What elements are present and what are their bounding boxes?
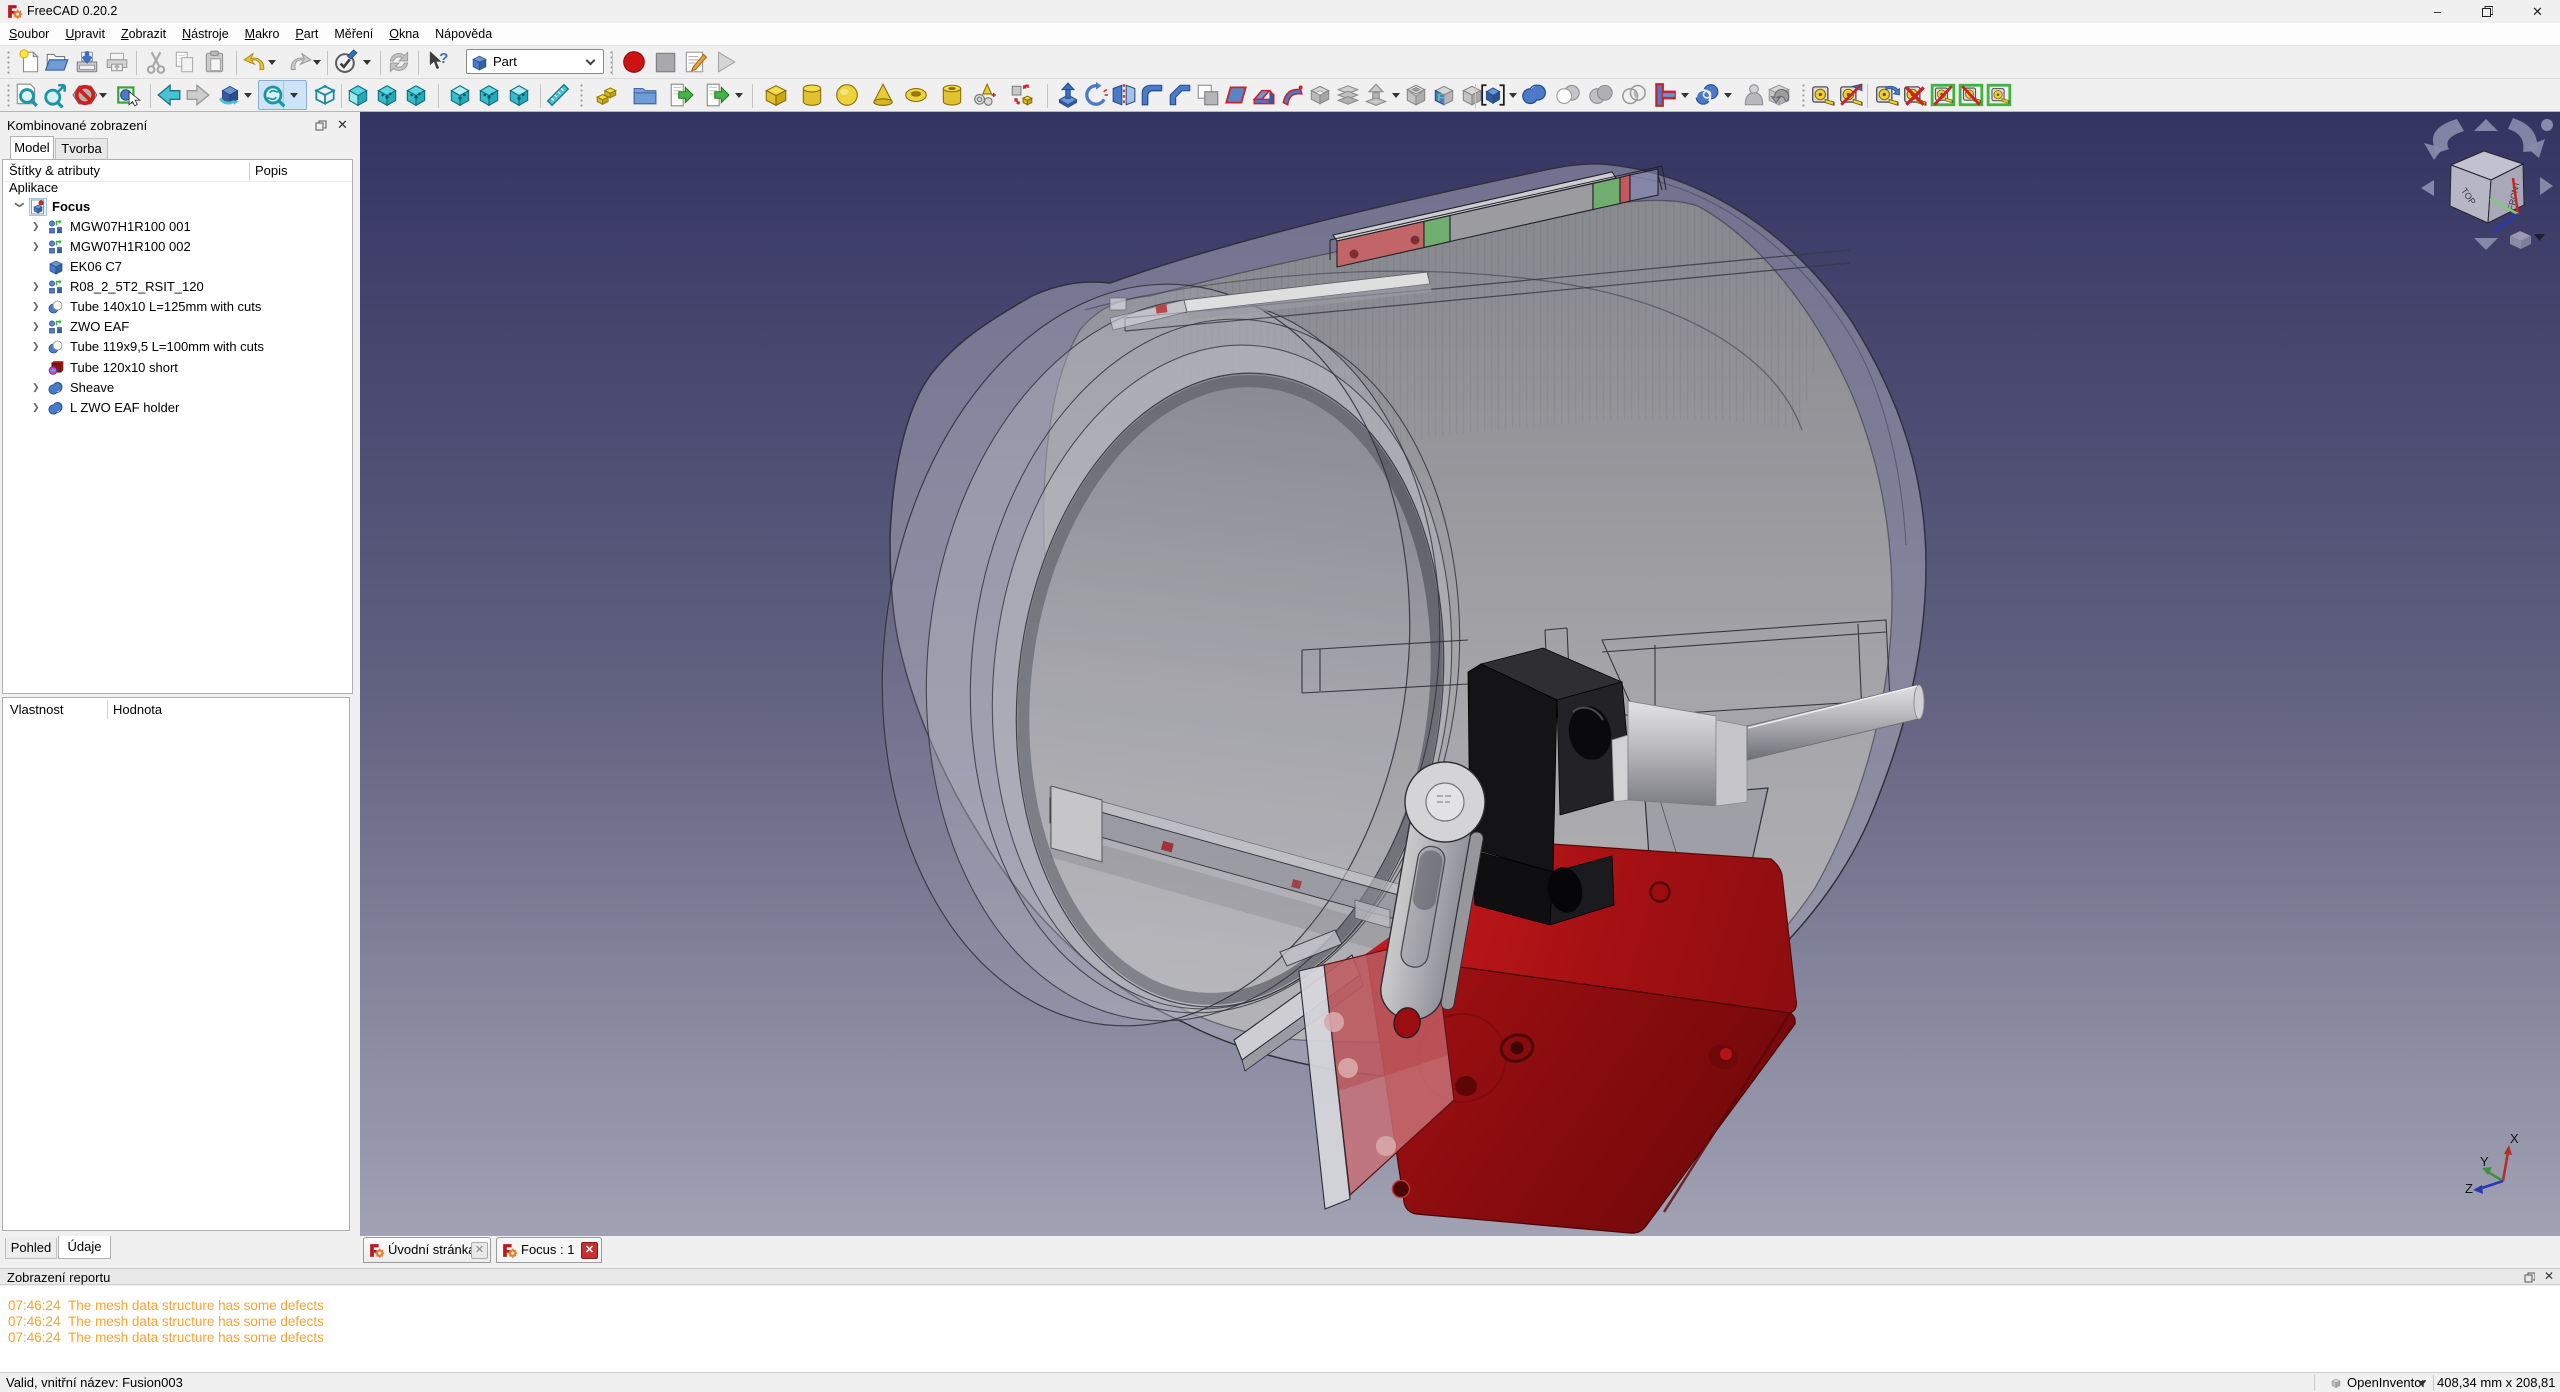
svg-text:Z: Z: [2465, 1181, 2473, 1196]
svg-text:Y: Y: [2480, 1154, 2489, 1169]
svg-text:X: X: [2510, 1131, 2519, 1146]
